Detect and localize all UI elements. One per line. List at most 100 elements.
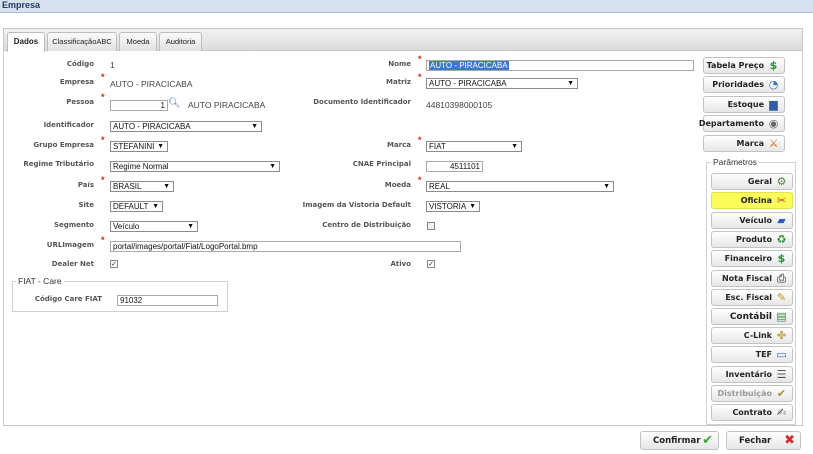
dollar-icon: $ bbox=[777, 252, 786, 265]
estoque-button[interactable]: Estoque ▆ bbox=[703, 96, 785, 113]
stopwatch-icon: ◔ bbox=[768, 78, 779, 91]
parametros-title: Parâmetros bbox=[711, 157, 759, 167]
chevron-down-icon: ▼ bbox=[603, 183, 610, 190]
pessoa-code-input[interactable]: 1 bbox=[110, 100, 168, 111]
dollar-icon: $ bbox=[769, 59, 778, 72]
veiculo-button[interactable]: Veículo ▰ bbox=[711, 212, 793, 229]
tab-moeda[interactable]: Moeda bbox=[119, 32, 157, 51]
empresa-value: AUTO - PIRACICABA bbox=[110, 79, 193, 89]
grupo-empresa-select[interactable]: STEFANINI ▼ bbox=[110, 141, 168, 152]
checklist-icon: ☰ bbox=[776, 368, 787, 381]
site-select[interactable]: DEFAULT ▼ bbox=[110, 201, 163, 212]
grupo-empresa-label: Grupo Empresa bbox=[33, 141, 94, 149]
matriz-select[interactable]: AUTO - PIRACICABA ▼ bbox=[426, 78, 578, 89]
tab-auditoria[interactable]: Auditoria bbox=[159, 32, 202, 51]
marca-select[interactable]: FIAT ▼ bbox=[426, 141, 522, 152]
chevron-down-icon: ▼ bbox=[469, 203, 476, 210]
esc-fiscal-button[interactable]: Esc. Fiscal ✎ bbox=[711, 289, 793, 306]
centro-distribuicao-checkbox[interactable] bbox=[427, 222, 435, 230]
tabela-preco-button[interactable]: Tabela Preço $ bbox=[703, 57, 785, 74]
nome-required-mark: * bbox=[418, 54, 422, 64]
pessoa-label: Pessoa bbox=[66, 98, 94, 106]
codigo-label: Código bbox=[66, 60, 94, 68]
moeda-label: Moeda bbox=[384, 181, 411, 189]
matriz-required-mark: * bbox=[418, 72, 422, 82]
chevron-down-icon: ▼ bbox=[157, 143, 164, 150]
marca-label: Marca bbox=[386, 141, 411, 149]
gear-icon: ⚙ bbox=[776, 175, 787, 188]
distribution-icon: ✔ bbox=[776, 387, 787, 400]
check-icon: ✔ bbox=[702, 433, 713, 448]
fechar-button[interactable]: Fechar ✖ bbox=[726, 431, 801, 450]
url-imagem-required-mark: * bbox=[101, 235, 105, 245]
grupo-empresa-required-mark: * bbox=[101, 135, 105, 145]
nota-fiscal-button[interactable]: Nota Fiscal ⎙ bbox=[711, 270, 793, 287]
chevron-down-icon: ▼ bbox=[567, 80, 574, 87]
ledger-icon: ▤ bbox=[776, 310, 787, 323]
c-link-button[interactable]: C-Link ✤ bbox=[711, 327, 793, 344]
codigo-care-input[interactable]: 91032 bbox=[117, 295, 218, 306]
regime-tributario-label: Regime Tributário bbox=[23, 160, 94, 168]
tab-classificacao-abc[interactable]: ClassificaçãoABC bbox=[47, 32, 117, 51]
identificador-label: Identificador bbox=[43, 121, 94, 129]
contabil-button[interactable]: Contábil ▤ bbox=[711, 308, 793, 325]
documento-identificador-value: 44810398000105 bbox=[426, 100, 493, 110]
camera-icon: ◉ bbox=[768, 117, 779, 130]
financeiro-button[interactable]: Financeiro $ bbox=[711, 250, 793, 267]
boxes-icon: ▆ bbox=[769, 98, 778, 111]
tef-button[interactable]: TEF ▭ bbox=[711, 346, 793, 363]
distribuicao-button[interactable]: Distribuição ✔ bbox=[711, 385, 793, 402]
marca-required-mark: * bbox=[418, 135, 422, 145]
printer-icon: ⎙ bbox=[777, 272, 786, 285]
empresa-label: Empresa bbox=[59, 78, 94, 86]
fiat-care-legend: FIAT - Care bbox=[16, 276, 64, 286]
link-icon: ✤ bbox=[776, 329, 787, 342]
geral-button[interactable]: Geral ⚙ bbox=[711, 173, 793, 190]
moeda-select[interactable]: REAL ▼ bbox=[426, 181, 614, 192]
matriz-label: Matriz bbox=[386, 78, 411, 86]
departamento-button[interactable]: Departamento ◉ bbox=[699, 115, 785, 132]
nome-input[interactable]: AUTO - PIRACICABA bbox=[426, 60, 694, 71]
segmento-label: Segmento bbox=[54, 221, 94, 229]
brand-icon: ⚔ bbox=[768, 137, 779, 150]
codigo-care-label: Código Care FIAT bbox=[34, 295, 102, 303]
inventario-button[interactable]: Inventário ☰ bbox=[711, 366, 793, 383]
moeda-required-mark: * bbox=[418, 175, 422, 185]
produto-button[interactable]: Produto ♻ bbox=[711, 231, 793, 248]
cnae-principal-label: CNAE Principal bbox=[352, 160, 411, 168]
tools-icon: ✂ bbox=[776, 194, 787, 207]
card-icon: ▭ bbox=[776, 348, 787, 361]
chevron-down-icon: ▼ bbox=[269, 163, 276, 170]
tab-bar: Dados ClassificaçãoABC Moeda Auditoria bbox=[3, 28, 803, 52]
chevron-down-icon: ▼ bbox=[152, 203, 159, 210]
url-imagem-input[interactable]: portal/images/portal/Fiat/LogoPortal.bmp bbox=[110, 241, 461, 252]
nome-label: Nome bbox=[388, 60, 411, 68]
marca-button[interactable]: Marca ⚔ bbox=[703, 135, 785, 152]
url-imagem-label: URLImagem bbox=[46, 241, 94, 249]
identificador-select[interactable]: AUTO - PIRACICABA ▼ bbox=[110, 121, 262, 132]
contrato-button[interactable]: Contrato ✍ bbox=[711, 404, 793, 421]
documento-identificador-label: Documento Identificador bbox=[313, 98, 411, 106]
window-titlebar: Empresa bbox=[0, 0, 813, 13]
close-icon: ✖ bbox=[784, 433, 795, 448]
window-title: Empresa bbox=[2, 0, 41, 10]
magnifier-icon[interactable]: 🔍︎ bbox=[168, 98, 181, 109]
imagem-vistoria-select[interactable]: VISTORIA ▼ bbox=[426, 201, 480, 212]
prioridades-button[interactable]: Prioridades ◔ bbox=[703, 76, 785, 93]
confirmar-button[interactable]: Confirmar ✔ bbox=[640, 431, 719, 450]
segmento-select[interactable]: Veículo ▼ bbox=[110, 221, 198, 232]
oficina-button[interactable]: Oficina ✂ bbox=[711, 192, 793, 209]
chevron-down-icon: ▼ bbox=[187, 223, 194, 230]
tab-dados[interactable]: Dados bbox=[7, 32, 45, 52]
pais-select[interactable]: BRASIL ▼ bbox=[110, 181, 174, 192]
ativo-checkbox[interactable]: ✓ bbox=[427, 260, 435, 268]
pais-label: País bbox=[77, 181, 94, 189]
chevron-down-icon: ▼ bbox=[511, 143, 518, 150]
cnae-principal-input[interactable]: 4511101 bbox=[426, 161, 483, 172]
site-label: Site bbox=[78, 201, 94, 209]
pencil-icon: ✎ bbox=[776, 291, 787, 304]
pessoa-name: AUTO PIRACICABA bbox=[188, 100, 266, 110]
chevron-down-icon: ▼ bbox=[251, 123, 258, 130]
regime-tributario-select[interactable]: Regime Normal ▼ bbox=[110, 161, 280, 172]
dealer-net-checkbox[interactable]: ✓ bbox=[110, 260, 118, 268]
